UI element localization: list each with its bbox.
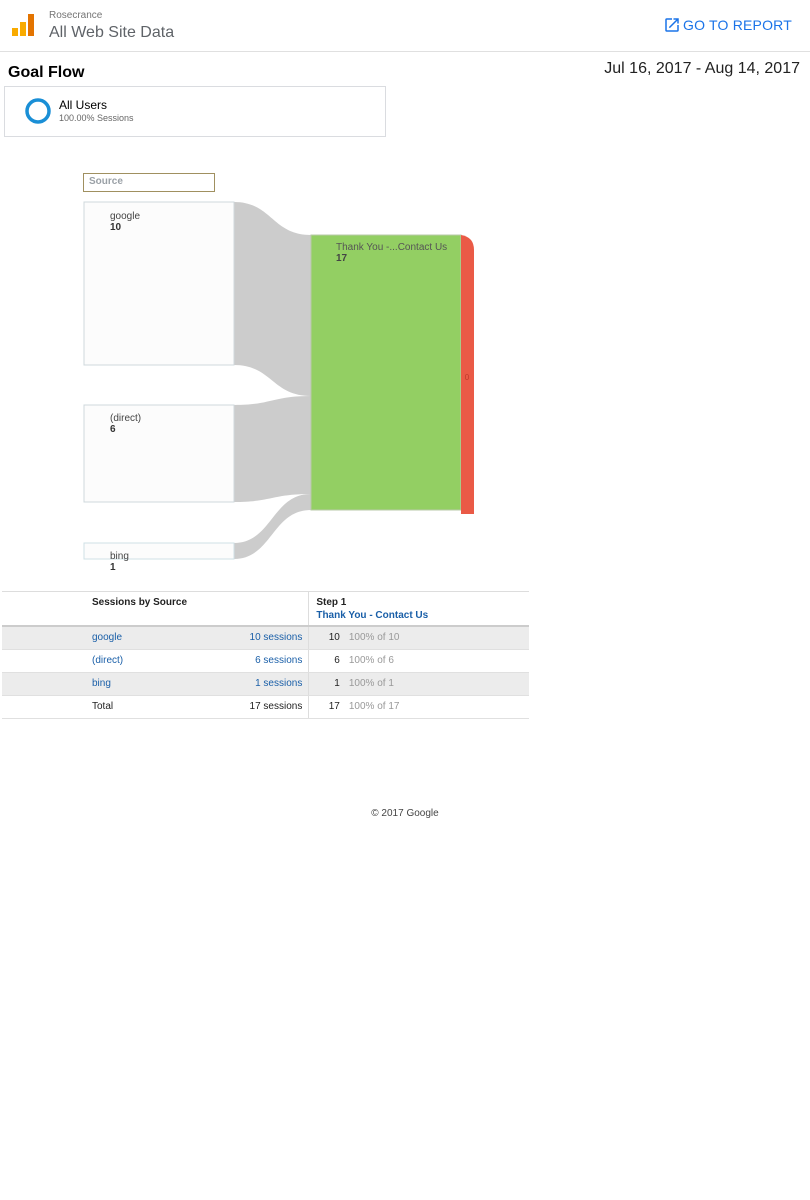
row-step-percent: 100% of 10 (348, 626, 529, 650)
total-sessions: 17 sessions (166, 695, 310, 719)
source-name: bing (110, 551, 129, 562)
step-goal-link[interactable]: Thank You - Contact Us (316, 610, 529, 621)
source-label-google: google 10 (110, 211, 140, 233)
goal-step-label: Thank You -...Contact Us 17 (336, 242, 447, 264)
row-source-link[interactable]: (direct) (92, 649, 167, 673)
row-step-count: 1 (308, 672, 349, 696)
table-total-row: Total 17 sessions 17 100% of 17 (2, 695, 529, 719)
table-row: google 10 sessions 10 100% of 10 (2, 626, 529, 650)
total-step-count: 17 (308, 695, 349, 719)
source-label-bing: bing 1 (110, 551, 129, 573)
flow-link-bing[interactable] (234, 494, 311, 559)
row-step-count: 6 (308, 649, 349, 673)
sessions-table: Sessions by Source Step 1 Thank You - Co… (2, 591, 529, 719)
goal-step-name: Thank You -...Contact Us (336, 242, 448, 253)
source-value: 1 (110, 562, 116, 573)
row-step-percent: 100% of 6 (348, 649, 529, 673)
goal-exit-value: 0 (465, 373, 470, 382)
row-sessions[interactable]: 1 sessions (166, 672, 310, 696)
goal-flow-diagram: 0 (83, 201, 474, 560)
source-name: google (110, 211, 141, 222)
flow-link-direct[interactable] (234, 396, 311, 502)
source-node-google[interactable] (83, 201, 235, 366)
table-row: (direct) 6 sessions 6 100% of 6 (2, 649, 529, 673)
step-title: Step 1 (316, 597, 347, 608)
sessions-by-source-header: Sessions by Source (92, 591, 310, 627)
source-node-direct[interactable] (83, 404, 235, 503)
total-label: Total (92, 695, 167, 719)
source-value: 10 (110, 222, 122, 233)
row-source-link[interactable]: google (92, 626, 167, 650)
table-row: bing 1 sessions 1 100% of 1 (2, 672, 529, 696)
table-header-row: Sessions by Source Step 1 Thank You - Co… (2, 591, 529, 627)
table-spacer-header (2, 591, 92, 627)
total-step-percent: 100% of 17 (348, 695, 529, 719)
goal-step-value: 17 (336, 253, 348, 264)
row-source-link[interactable]: bing (92, 672, 167, 696)
copyright-footer: © 2017 Google (371, 808, 439, 819)
flow-link-google[interactable] (234, 202, 311, 396)
step-header: Step 1 Thank You - Contact Us (308, 591, 529, 627)
source-value: 6 (110, 424, 116, 435)
row-step-percent: 100% of 1 (348, 672, 529, 696)
row-sessions[interactable]: 10 sessions (166, 626, 310, 650)
source-dimension-selector[interactable]: Source (83, 173, 215, 192)
source-node-bing[interactable] (83, 542, 235, 560)
source-label-direct: (direct) 6 (110, 413, 141, 435)
source-name: (direct) (110, 413, 142, 424)
goal-step-node[interactable] (310, 234, 462, 511)
row-step-count: 10 (308, 626, 349, 650)
row-sessions[interactable]: 6 sessions (166, 649, 310, 673)
